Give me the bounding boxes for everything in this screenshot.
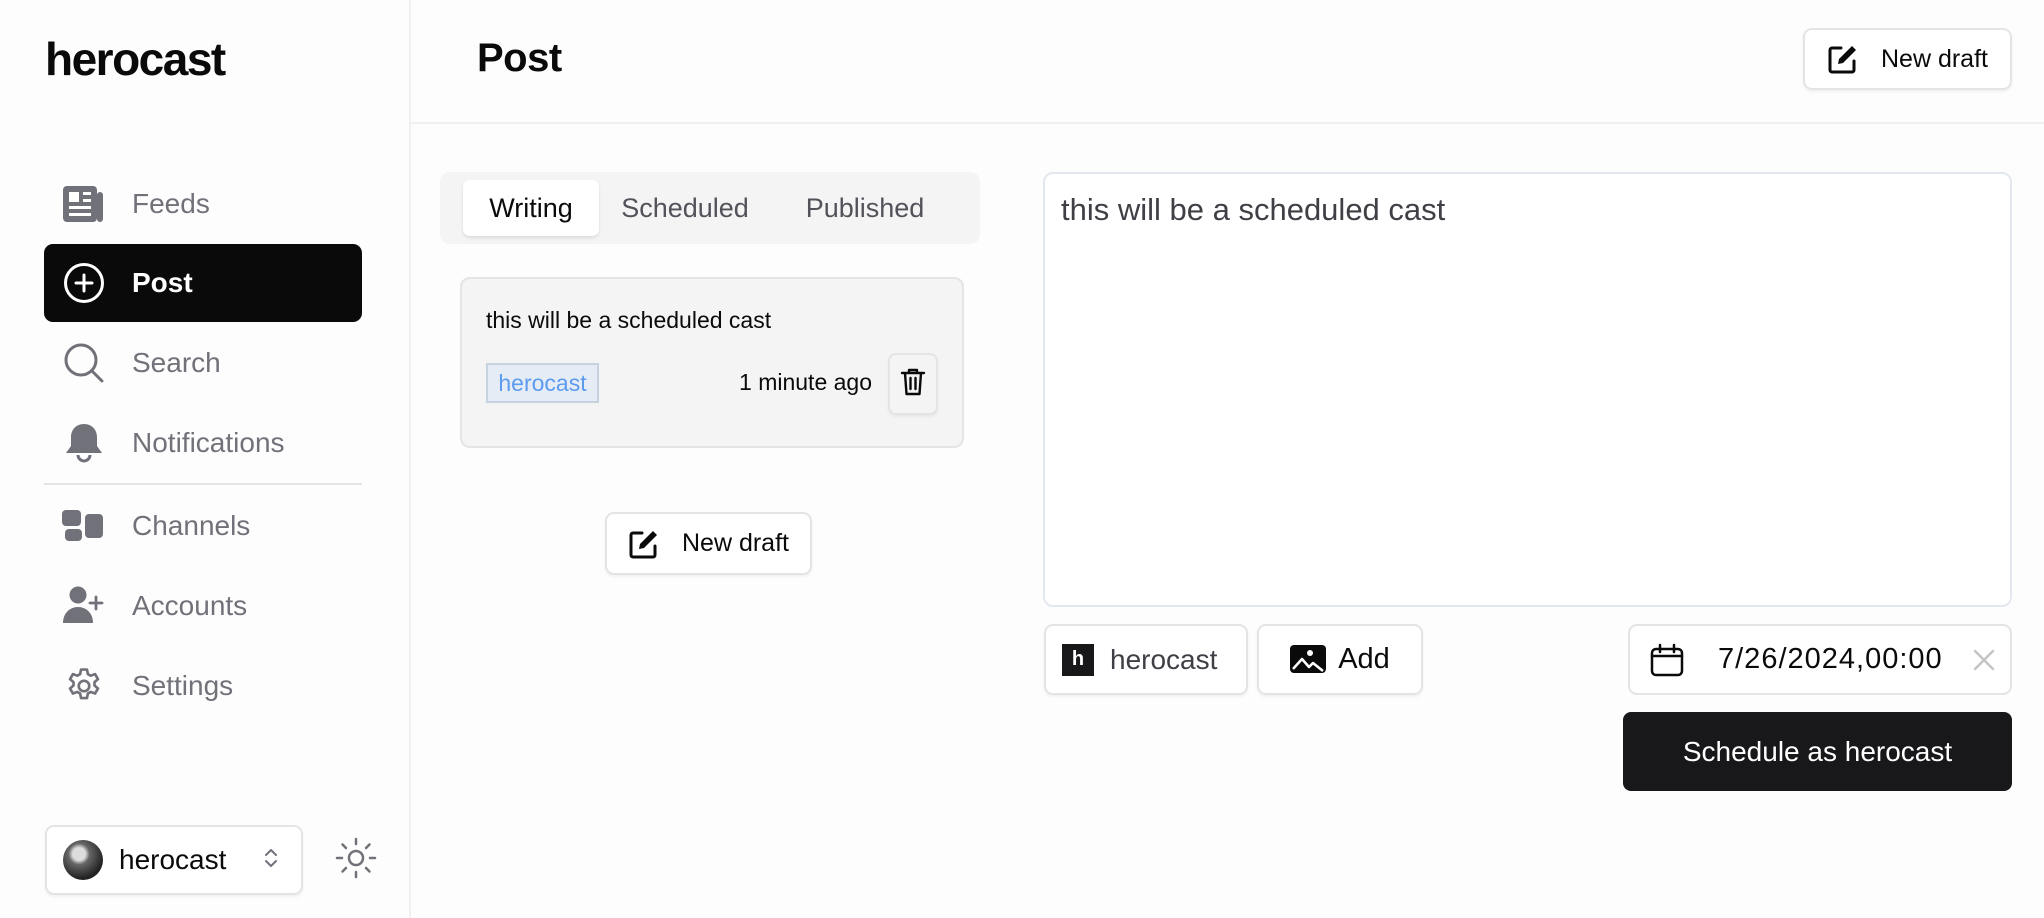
schedule-date-value: 7/26/2024,00:00 — [1718, 643, 1943, 675]
tab-published[interactable]: Published — [770, 180, 960, 236]
account-name: herocast — [119, 844, 227, 875]
sidebar-divider — [44, 483, 362, 485]
account-switcher[interactable]: herocast — [45, 825, 303, 895]
plus-circle-icon — [62, 261, 106, 305]
newspaper-icon — [62, 182, 106, 226]
draft-tabs: Writing Scheduled Published — [440, 172, 980, 244]
sidebar-item-post[interactable]: Post — [44, 244, 362, 322]
chevron-up-down-icon — [263, 846, 279, 875]
account-logo-icon: h — [1062, 643, 1094, 676]
user-plus-icon — [62, 584, 106, 628]
theme-toggle-button[interactable] — [334, 837, 378, 884]
gear-icon — [62, 664, 106, 708]
sidebar-item-label: Notifications — [132, 427, 285, 458]
add-media-button[interactable]: Add — [1257, 624, 1423, 695]
new-draft-label: New draft — [682, 529, 789, 557]
draft-timestamp: 1 minute ago — [739, 369, 872, 395]
delete-draft-button[interactable] — [888, 353, 938, 415]
channels-icon — [62, 504, 106, 548]
avatar — [63, 840, 103, 880]
sidebar-item-search[interactable]: Search — [44, 324, 362, 402]
sidebar-item-feeds[interactable]: Feeds — [44, 165, 362, 243]
schedule-date-picker[interactable]: 7/26/2024,00:00 — [1628, 624, 2012, 695]
tab-writing[interactable]: Writing — [463, 180, 599, 236]
bell-icon — [62, 421, 106, 465]
sidebar-item-label: Accounts — [132, 590, 248, 621]
sidebar-item-accounts[interactable]: Accounts — [44, 567, 362, 645]
tab-scheduled[interactable]: Scheduled — [610, 180, 760, 236]
clear-date-icon[interactable] — [1972, 648, 1996, 672]
sun-icon — [335, 837, 377, 884]
sidebar-item-label: Settings — [132, 670, 234, 701]
sidebar-item-notifications[interactable]: Notifications — [44, 404, 362, 482]
account-select-button[interactable]: h herocast — [1044, 624, 1248, 695]
sidebar-item-label: Channels — [132, 510, 251, 541]
draft-account-tag: herocast — [486, 363, 599, 403]
sidebar-item-channels[interactable]: Channels — [44, 487, 362, 565]
account-select-label: herocast — [1110, 643, 1218, 675]
sidebar-item-label: Feeds — [132, 188, 210, 219]
page-title: Post — [477, 36, 562, 80]
edit-icon — [1827, 43, 1859, 75]
cast-editor-input[interactable]: this will be a scheduled cast — [1043, 172, 2012, 607]
trash-icon — [900, 367, 926, 402]
sidebar-item-settings[interactable]: Settings — [44, 647, 362, 725]
edit-icon — [628, 528, 660, 560]
draft-card[interactable]: this will be a scheduled cast herocast 1… — [460, 277, 964, 448]
app-logo: herocast — [45, 33, 226, 85]
new-draft-label: New draft — [1881, 44, 1988, 73]
calendar-icon — [1650, 643, 1684, 677]
search-icon — [62, 341, 106, 385]
sidebar-item-label: Search — [132, 347, 221, 378]
draft-text: this will be a scheduled cast — [486, 307, 772, 333]
image-icon — [1290, 644, 1327, 675]
schedule-cast-button[interactable]: Schedule as herocast — [1623, 712, 2012, 791]
add-media-label: Add — [1338, 643, 1390, 675]
new-draft-button[interactable]: New draft — [1803, 28, 2012, 90]
sidebar: herocast Feeds Post Search Notifications… — [0, 0, 411, 918]
sidebar-item-label: Post — [132, 267, 193, 298]
new-draft-button-list[interactable]: New draft — [605, 512, 812, 575]
page-header: Post New draft — [411, 0, 2044, 124]
